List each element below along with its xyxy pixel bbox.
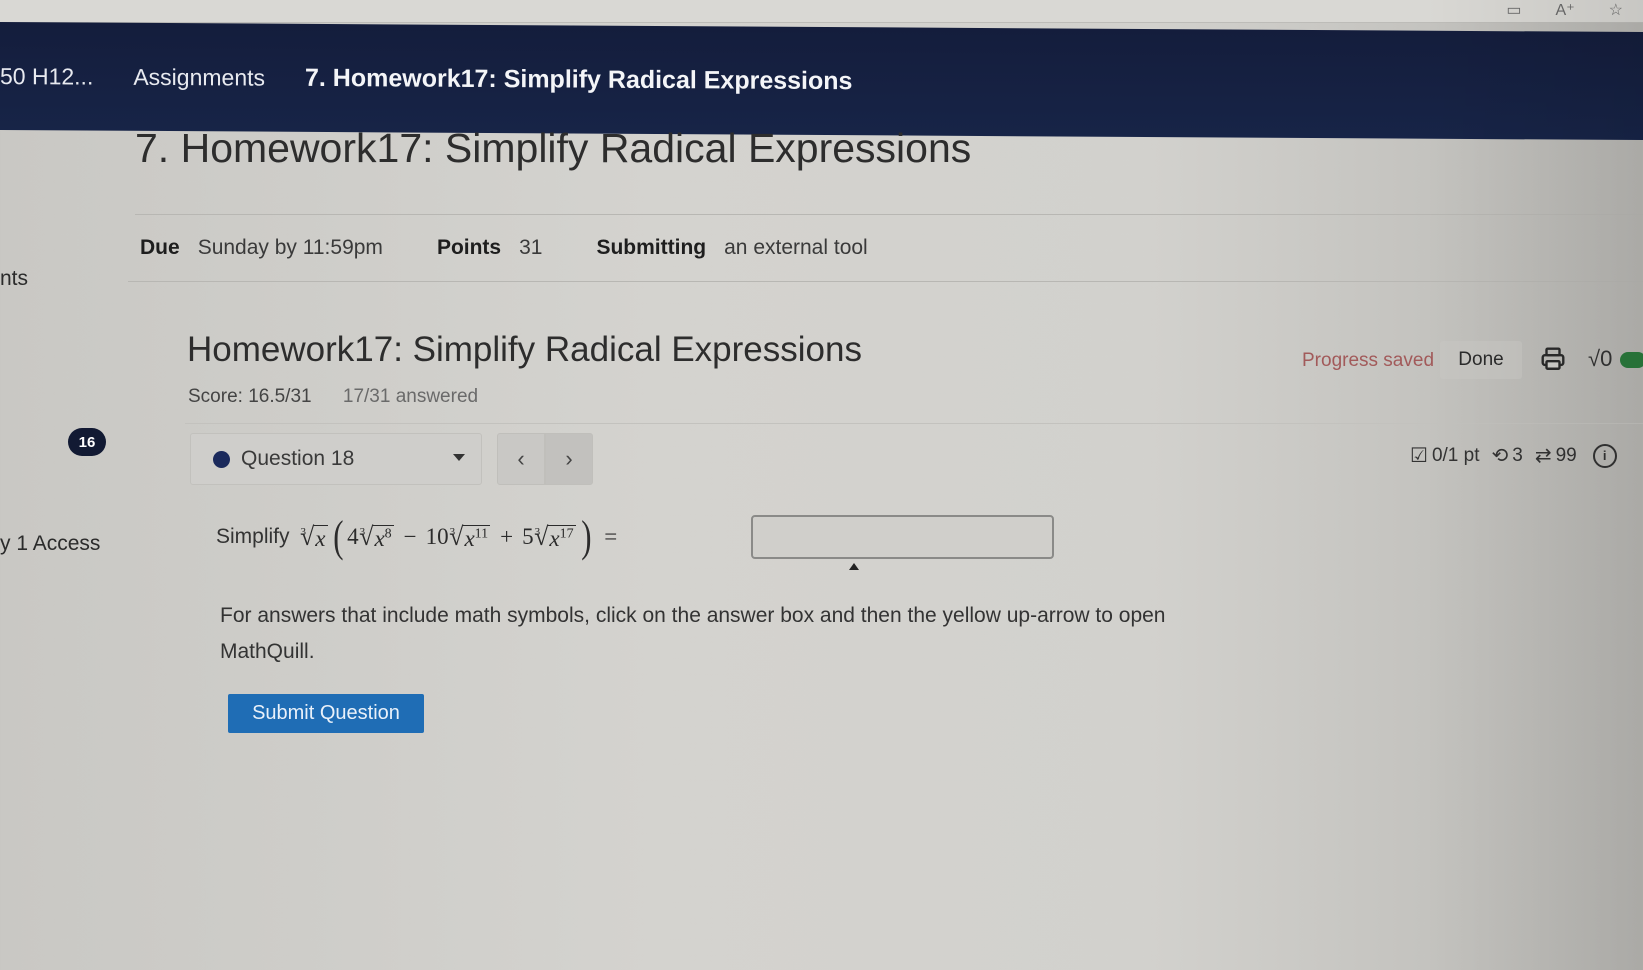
term-3-sign: + (500, 524, 514, 549)
question-select[interactable]: Question 18 (190, 433, 482, 485)
previous-question-button[interactable]: ‹ (497, 433, 545, 485)
term-2-sign: − (403, 524, 417, 549)
math-expression: 3 √ x ( 4 3 √ x8 − 10 3 √ x11 + 5 3 √ x17 ) = (300, 512, 618, 561)
reader-view-icon[interactable]: ▭ (1506, 0, 1521, 20)
term-2-coef: 10 (425, 524, 449, 549)
divider (185, 423, 1643, 424)
next-question-button[interactable]: › (545, 433, 593, 485)
term-1-coef: 4 (347, 524, 359, 549)
outer-radical: 3 √ x (300, 522, 328, 551)
submitting-label: Submitting (596, 236, 707, 259)
term-1-radical: 3 √ x8 (359, 522, 394, 551)
equals-sign: = (604, 524, 618, 549)
attempts-count: 99 (1555, 444, 1577, 466)
term-2-radical: 3 √ x11 (449, 522, 491, 551)
due-value: Sunday by 11:59pm (197, 236, 383, 259)
retries-count: 3 (1512, 444, 1523, 466)
attempts-icon: ⇄ (1534, 445, 1552, 467)
sidebar-item-access[interactable]: y 1 Access (0, 532, 100, 556)
answered-count: 17/31 answered (342, 386, 479, 407)
info-icon[interactable]: i (1592, 443, 1617, 468)
breadcrumb-course[interactable]: 50 H12... (0, 63, 93, 91)
question-points: 0/1 pt (1431, 444, 1480, 466)
text-size-icon[interactable]: A⁺ (1556, 0, 1575, 20)
retry-icon: ⟲ (1491, 445, 1509, 467)
submitting-value: an external tool (724, 236, 868, 259)
problem-lead: Simplify (216, 525, 290, 548)
notification-badge: 16 (68, 428, 106, 456)
term-3-coef: 5 (522, 524, 534, 549)
breadcrumb: 50 H12... Assignments 7. Homework17: Sim… (0, 22, 1643, 141)
assignment-meta: Due Sunday by 11:59pm Points 31 Submitti… (140, 236, 922, 260)
breadcrumb-current: 7. Homework17: Simplify Radical Expressi… (305, 63, 853, 95)
chevron-down-icon (453, 454, 465, 461)
answer-input[interactable] (751, 515, 1054, 559)
question-info: ☑ 0/1 pt ⟲ 3 ⇄ 99 i (1410, 443, 1617, 468)
points-value: 31 (519, 236, 543, 259)
mathquill-toggle[interactable] (1620, 352, 1643, 368)
sidebar-item-assignments[interactable]: nts (0, 267, 28, 291)
submit-question-button[interactable]: Submit Question (228, 694, 424, 733)
breadcrumb-assignments[interactable]: Assignments (133, 63, 265, 91)
homework-title: Homework17: Simplify Radical Expressions (187, 330, 862, 369)
progress-status: Progress saved (1302, 350, 1435, 371)
done-button[interactable]: Done (1440, 341, 1522, 379)
screen-shading (1423, 0, 1643, 970)
page-title: 7. Homework17: Simplify Radical Expressi… (135, 125, 972, 171)
problem-statement: Simplify 3 √ x ( 4 3 √ x8 − 10 3 √ x11 + 5 3 √ x… (216, 515, 626, 559)
mathquill-up-arrow-icon[interactable] (849, 563, 859, 570)
due-label: Due (140, 236, 180, 259)
score-summary: Score: 16.5/31 17/31 answered (188, 386, 478, 408)
checkbox-score-icon: ☑ (1410, 445, 1428, 467)
math-entry-icon[interactable]: √0 (1588, 346, 1612, 372)
print-icon[interactable] (1540, 346, 1566, 372)
score-value: Score: 16.5/31 (188, 386, 312, 407)
divider (128, 281, 1643, 282)
favorite-star-icon[interactable]: ☆ (1609, 0, 1623, 20)
question-status-dot (213, 450, 230, 468)
browser-toolbar: ▭ A⁺ ☆ (0, 0, 1643, 23)
term-3-radical: 3 √ x17 (534, 522, 576, 551)
points-label: Points (436, 236, 502, 259)
instructions-text: For answers that include math symbols, c… (220, 604, 1166, 663)
divider (135, 214, 1643, 215)
question-select-label: Question 18 (241, 447, 355, 470)
